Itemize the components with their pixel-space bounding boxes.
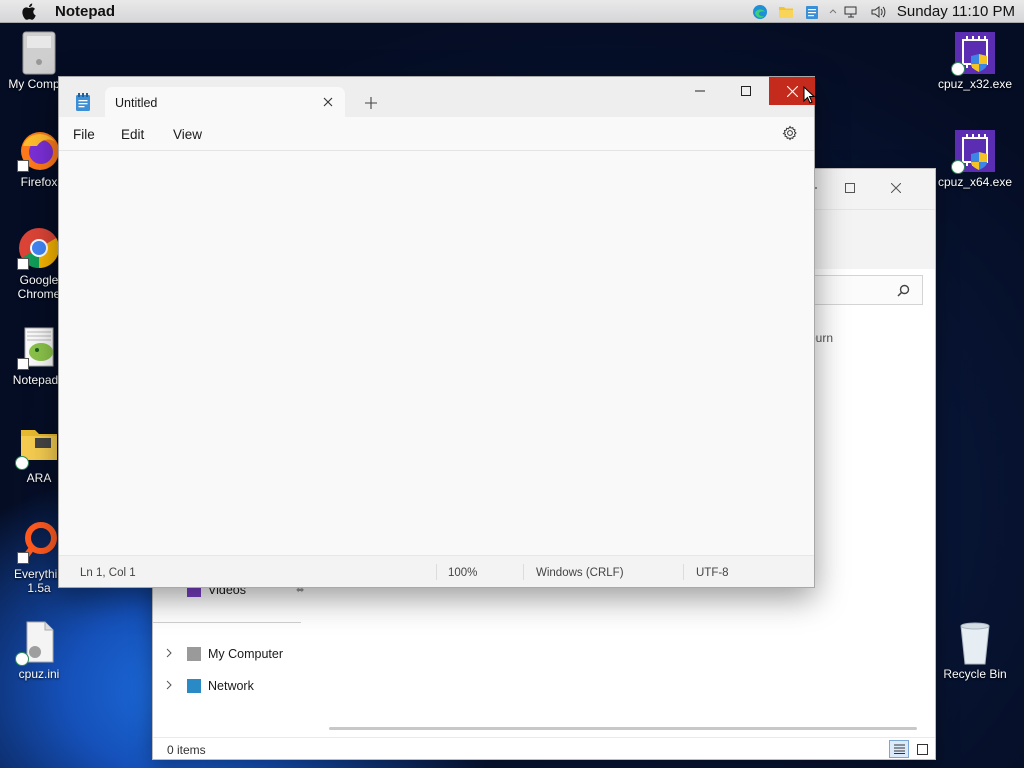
explorer-titlebar[interactable] [805,169,935,209]
nav-item-network[interactable]: Network [165,675,254,697]
cursor-position: Ln 1, Col 1 [80,567,136,579]
top-menu-bar: Notepad Sunday 11:10 PM [0,0,1024,23]
shortcut-arrow-icon [17,552,29,564]
notepad-menu-bar: File Edit View [59,117,814,151]
folder-icon [15,424,61,470]
line-ending[interactable]: Windows (CRLF) [536,567,624,579]
chevron-right-icon[interactable] [165,647,177,661]
computer-icon [17,30,61,75]
notepad-titlebar[interactable]: Untitled [59,77,815,118]
network-icon [187,679,201,693]
zoom-level[interactable]: 100% [448,567,477,579]
new-tab-button[interactable] [359,91,383,115]
status-divider [683,564,684,580]
minimize-button[interactable] [677,77,723,105]
system-tray: Sunday 11:10 PM [751,0,1024,23]
cpuz-icon [951,30,997,76]
desktop-icon-label: cpuz_x64.exe [937,175,1013,189]
status-divider [523,564,524,580]
computer-icon [187,647,201,661]
tab-title: Untitled [115,95,158,110]
notepad-tray-icon[interactable] [803,4,821,20]
clock[interactable]: Sunday 11:10 PM [897,3,1015,20]
sync-check-icon [15,652,29,666]
explorer-maximize-button[interactable] [835,175,865,201]
explorer-close-button[interactable] [881,175,911,201]
notepad-app-icon [73,92,93,112]
everything-icon [17,520,61,564]
menu-file[interactable]: File [73,127,95,142]
desktop-icon-cpuz-x32[interactable]: cpuz_x32.exe [936,30,1014,91]
shortcut-arrow-icon [17,258,29,270]
menu-view[interactable]: View [173,127,202,142]
active-app-name[interactable]: Notepad [55,3,115,20]
menu-edit[interactable]: Edit [121,127,144,142]
desktop-icon-cpuz-ini[interactable]: cpuz.ini [0,620,78,681]
maximize-button[interactable] [723,77,769,105]
chevron-right-icon[interactable] [165,679,177,693]
details-view-icon[interactable] [889,740,909,758]
nav-divider [153,622,301,623]
notepad-status-bar: Ln 1, Col 1 100% Windows (CRLF) UTF-8 [59,555,814,587]
nav-item-my-computer[interactable]: My Computer [165,643,283,665]
item-count: 0 items [167,743,206,757]
chrome-icon [17,226,61,270]
explorer-status-bar: 0 items [153,737,935,759]
volume-icon[interactable] [869,4,887,20]
shortcut-arrow-icon [17,160,29,172]
sync-check-icon [951,160,965,174]
desktop-icon-label: Recycle Bin [943,667,1007,681]
status-divider [436,564,437,580]
notepad-plus-icon [17,326,61,370]
recycle-bin-icon [953,620,997,665]
desktop-icon-cpuz-x64[interactable]: cpuz_x64.exe [936,128,1014,189]
firefox-icon [17,128,61,172]
large-icons-view-icon[interactable] [915,742,929,756]
tab-untitled[interactable]: Untitled [76,87,345,118]
text-editor[interactable] [59,151,814,555]
chevron-up-icon[interactable] [829,4,837,20]
explorer-search-box[interactable] [813,275,923,305]
sync-check-icon [15,456,29,470]
apple-menu-icon[interactable] [20,3,36,20]
nav-item-label: Network [208,679,254,693]
shortcut-arrow-icon [17,358,29,370]
sync-check-icon [951,62,965,76]
mouse-cursor-icon [803,85,816,104]
cpuz-icon [951,128,997,174]
ini-file-icon [15,620,61,666]
encoding[interactable]: UTF-8 [696,567,729,579]
settings-gear-icon[interactable] [782,125,800,143]
search-icon [897,284,910,300]
desktop-icon-label: cpuz.ini [18,667,60,681]
notepad-window[interactable]: Untitled File Edit View Ln 1, Col 1 100% [58,76,815,588]
file-explorer-tray-icon[interactable] [777,4,795,20]
tab-close-icon[interactable] [321,95,335,109]
explorer-toolbar [813,209,935,269]
desktop-icon-recycle-bin[interactable]: Recycle Bin [936,620,1014,681]
horizontal-scrollbar[interactable] [329,727,917,730]
nav-item-label: My Computer [208,647,284,661]
network-icon[interactable] [843,4,861,20]
edge-icon[interactable] [751,4,769,20]
desktop-icon-label: cpuz_x32.exe [937,77,1013,91]
